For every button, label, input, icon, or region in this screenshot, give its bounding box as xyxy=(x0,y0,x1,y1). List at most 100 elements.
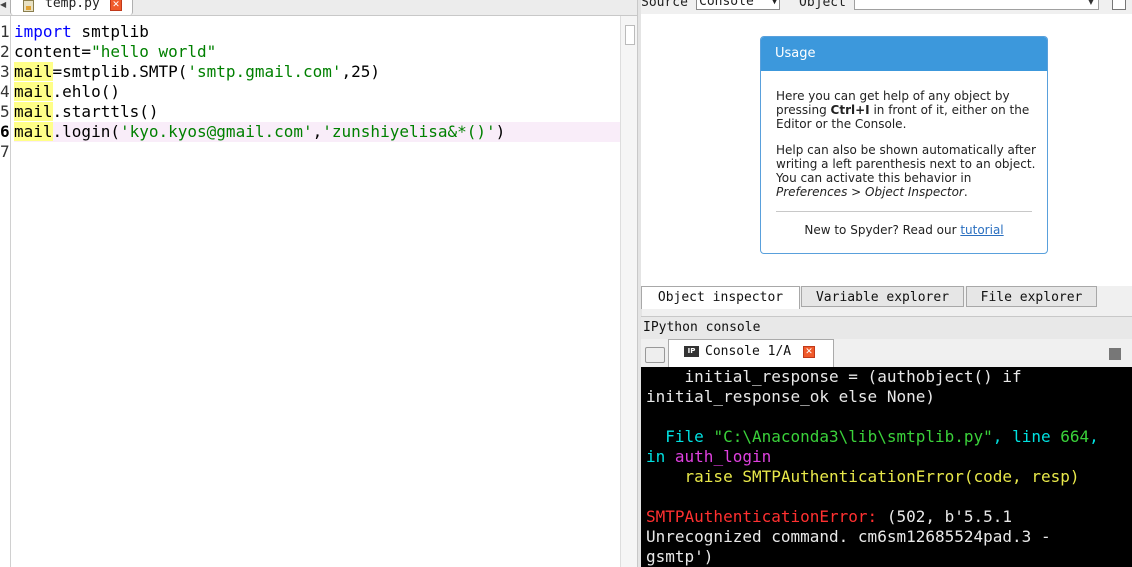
console-tab-bar: IP Console 1/A ✕ xyxy=(641,339,1132,367)
code-line: mail.ehlo() xyxy=(14,82,620,102)
object-combo-input[interactable]: ▼ xyxy=(854,0,1099,10)
chevron-down-icon: ▼ xyxy=(1087,0,1094,6)
console-token: Unrecognized command. cm6sm12685524pad.3… xyxy=(646,527,1051,546)
line-number: 4 xyxy=(0,82,10,101)
usage-text: . xyxy=(963,185,968,199)
usage-text: New to Spyder? Read our xyxy=(804,223,961,237)
usage-new-to-spyder: New to Spyder? Read our tutorial xyxy=(761,223,1047,237)
line-number: 5 xyxy=(0,102,10,121)
source-select-value: Console xyxy=(699,0,754,9)
line-number: 7 xyxy=(0,142,10,161)
code-token: mail xyxy=(14,102,53,121)
console-token: File xyxy=(646,427,714,446)
code-token: mail xyxy=(14,122,53,141)
scrollbar-thumb[interactable] xyxy=(625,25,635,45)
console-tab-label: Console 1/A xyxy=(705,344,792,359)
console-line: initial_response_ok else None) xyxy=(646,387,935,407)
code-token: .starttls() xyxy=(52,102,159,121)
code-line: import smtplib xyxy=(14,22,620,42)
line-number-gutter: 1234567 xyxy=(0,16,11,567)
ipython-icon: IP xyxy=(684,346,699,357)
code-line: mail.login('kyo.kyos@gmail.com','zunshiy… xyxy=(14,122,620,142)
tutorial-link[interactable]: tutorial xyxy=(960,223,1003,237)
console-tab[interactable]: IP Console 1/A ✕ xyxy=(668,339,834,367)
tab-file-explorer[interactable]: File explorer xyxy=(966,286,1097,307)
console-line: File "C:\Anaconda3\lib\smtplib.py", line… xyxy=(646,427,1099,447)
console-line: initial_response = (authobject() if xyxy=(646,367,1022,387)
code-token: smtplib xyxy=(71,22,149,41)
lock-icon[interactable] xyxy=(1112,0,1126,10)
line-number: 2 xyxy=(0,42,10,61)
object-inspector-toolbar: Source Console ▼ Object ▼ xyxy=(641,0,1132,14)
code-line: mail.starttls() xyxy=(14,102,620,122)
python-file-icon xyxy=(23,0,34,12)
console-line: raise SMTPAuthenticationError(code, resp… xyxy=(646,467,1080,487)
stop-icon[interactable] xyxy=(1109,348,1121,360)
editor-tab-bar: ◀ temp.py ✕ xyxy=(0,0,637,16)
code-token: , xyxy=(312,122,323,141)
code-token: 'kyo.kyos@gmail.com' xyxy=(119,122,313,141)
inspector-tab-bar: Object inspector Variable explorer File … xyxy=(641,286,1132,309)
close-tab-icon[interactable]: ✕ xyxy=(110,0,122,11)
code-token: ,25) xyxy=(341,62,381,81)
line-number: 6 xyxy=(0,122,10,141)
console-token: , line xyxy=(992,427,1061,446)
console-line: SMTPAuthenticationError: (502, b'5.5.1 xyxy=(646,507,1012,527)
code-token: mail xyxy=(14,82,53,101)
console-token: initial_response = (authobject() if xyxy=(646,367,1022,386)
console-token: auth_login xyxy=(674,447,772,466)
code-token: =smtplib.SMTP( xyxy=(52,62,188,81)
ipython-console-title: IPython console xyxy=(641,316,1132,339)
console-token: (502, b'5.5.1 xyxy=(877,507,1013,526)
console-token: 664 xyxy=(1060,427,1090,446)
source-label: Source xyxy=(641,0,688,10)
browse-tabs-icon[interactable] xyxy=(645,347,665,363)
code-token: mail xyxy=(14,62,53,81)
usage-text: Help can also be shown automatically aft… xyxy=(776,143,1036,185)
usage-title: Usage xyxy=(761,37,1047,71)
console-token: gsmtp') xyxy=(646,547,714,566)
console-token: initial_response_ok else None) xyxy=(646,387,935,406)
console-token: , xyxy=(1089,427,1099,446)
tab-scroll-left-icon[interactable]: ◀ xyxy=(0,0,8,15)
console-token: raise SMTPAuthenticationError(code, resp… xyxy=(646,467,1080,486)
object-inspector-body: Usage Here you can get help of any objec… xyxy=(641,14,1132,286)
editor-tab-temp-py[interactable]: temp.py ✕ xyxy=(10,0,133,15)
usage-panel: Usage Here you can get help of any objec… xyxy=(760,36,1048,254)
code-token: ) xyxy=(495,122,506,141)
console-line: gsmtp') xyxy=(646,547,713,567)
console-token: in xyxy=(646,447,675,466)
usage-shortcut: Ctrl+I xyxy=(830,103,870,117)
code-line: mail=smtplib.SMTP('smtp.gmail.com',25) xyxy=(14,62,620,82)
console-line: in auth_login xyxy=(646,447,771,467)
code-token: .login( xyxy=(52,122,120,141)
editor-pane: ◀ temp.py ✕ 1234567 import smtplib conten… xyxy=(0,0,637,567)
close-tab-icon[interactable]: ✕ xyxy=(803,346,815,358)
console-token: SMTPAuthenticationError: xyxy=(646,507,878,526)
console-line: Unrecognized command. cm6sm12685524pad.3… xyxy=(646,527,1051,547)
code-token: 'zunshiyelisa&*()' xyxy=(322,122,496,141)
code-token: "hello world" xyxy=(91,42,217,61)
line-number: 1 xyxy=(0,22,10,41)
console-token: "C:\Anaconda3\lib\smtplib.py" xyxy=(713,427,993,446)
tab-object-inspector[interactable]: Object inspector xyxy=(641,286,800,309)
object-label: Object xyxy=(799,0,846,10)
usage-divider xyxy=(776,211,1032,212)
source-select[interactable]: Console ▼ xyxy=(696,0,780,10)
code-token: import xyxy=(14,22,72,41)
line-number: 3 xyxy=(0,62,10,81)
usage-paragraph-2: Help can also be shown automatically aft… xyxy=(776,143,1038,199)
code-token: content= xyxy=(14,42,92,61)
console-output[interactable]: initial_response = (authobject() if initi… xyxy=(641,367,1132,567)
editor-vertical-scrollbar[interactable] xyxy=(620,16,637,567)
code-line: content="hello world" xyxy=(14,42,620,62)
code-token: 'smtp.gmail.com' xyxy=(187,62,342,81)
tab-variable-explorer[interactable]: Variable explorer xyxy=(801,286,964,307)
usage-paragraph-1: Here you can get help of any object by p… xyxy=(776,89,1038,131)
code-token: .ehlo() xyxy=(52,82,120,101)
editor-tab-label: temp.py xyxy=(45,0,100,11)
chevron-down-icon: ▼ xyxy=(772,0,777,6)
usage-preferences-path: Preferences > Object Inspector xyxy=(776,185,964,199)
right-pane: Source Console ▼ Object ▼ Usage Here you… xyxy=(641,0,1132,567)
